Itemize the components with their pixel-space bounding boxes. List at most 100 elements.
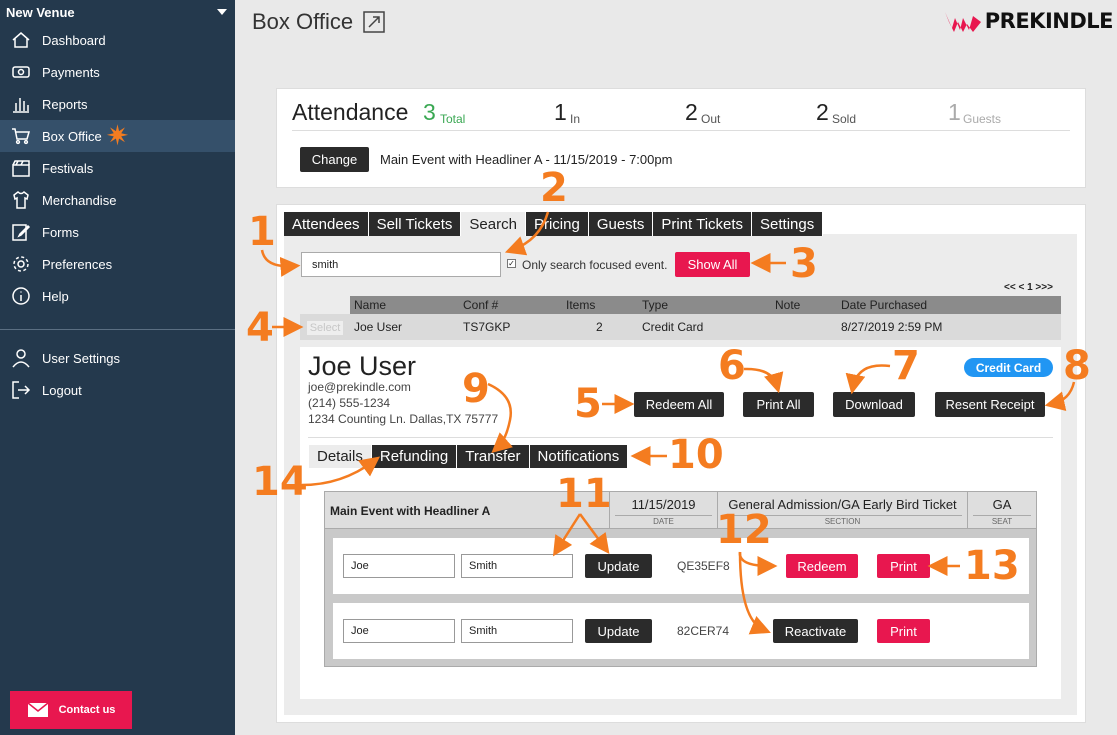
sidebar-item-dashboard[interactable]: Dashboard [0, 24, 235, 56]
annotation-3: 3 [790, 241, 818, 287]
venue-selector[interactable]: New Venue [0, 0, 235, 24]
select-button[interactable]: Select [307, 321, 343, 335]
annotation-4: 4 [246, 305, 274, 351]
customer-address: 1234 Counting Ln. Dallas,TX 75777 [308, 412, 499, 426]
search-input[interactable]: smith [301, 252, 501, 277]
sidebar-item-merchandise[interactable]: Merchandise [0, 184, 235, 216]
col-conf: Conf # [463, 298, 499, 312]
print-button[interactable]: Print [877, 554, 930, 578]
change-event-button[interactable]: Change [300, 147, 369, 172]
resend-receipt-button[interactable]: Resent Receipt [935, 392, 1045, 417]
in-count: 1 [554, 99, 567, 125]
contact-us-label: Contact us [58, 704, 116, 716]
results-header: Name Conf # Items Type Note Date Purchas… [350, 296, 1061, 314]
download-button[interactable]: Download [833, 392, 915, 417]
focused-event-label: Only search focused event. [522, 258, 668, 272]
sidebar-item-forms[interactable]: Forms [0, 216, 235, 248]
guests-label: Guests [963, 112, 1002, 126]
sidebar-item-label: Payments [42, 64, 100, 80]
user-icon [10, 347, 32, 369]
sidebar-item-help[interactable]: Help [0, 280, 235, 312]
bar-chart-icon [10, 93, 32, 115]
sidebar-item-logout[interactable]: Logout [0, 374, 235, 406]
ticket-seat-label: SEAT [973, 515, 1031, 526]
subtab-details[interactable]: Details [309, 445, 372, 468]
box-office-tabs: Attendees Sell Tickets Search Pricing Gu… [284, 212, 824, 236]
ticket-seat-col: GA SEAT [967, 492, 1036, 528]
annotation-9: 9 [462, 366, 490, 412]
sidebar-item-label: Dashboard [42, 32, 106, 48]
customer-subtabs: Details Refunding Transfer Notifications [309, 445, 629, 468]
caret-down-icon [217, 9, 227, 15]
annotation-1: 1 [248, 209, 276, 255]
external-link-icon[interactable] [363, 11, 385, 33]
redeem-button[interactable]: Redeem [786, 554, 858, 578]
print-button[interactable]: Print [877, 619, 930, 643]
tab-pricing[interactable]: Pricing [525, 212, 589, 236]
tab-attendees[interactable]: Attendees [284, 212, 369, 236]
contact-us-button[interactable]: Contact us [10, 691, 132, 729]
selected-event: Main Event with Headliner A - 11/15/2019… [380, 152, 673, 167]
redeem-all-button[interactable]: Redeem All [634, 392, 724, 417]
in-label: In [570, 112, 581, 126]
sidebar-item-festivals[interactable]: Festivals [0, 152, 235, 184]
sidebar-item-label: Help [42, 288, 69, 304]
focused-event-checkbox[interactable]: ✓ [507, 259, 516, 268]
annotation-10: 10 [668, 432, 724, 478]
total-label: Total [440, 112, 466, 126]
guests-count: 1 [948, 99, 961, 125]
tab-guests[interactable]: Guests [588, 212, 654, 236]
tab-print-tickets[interactable]: Print Tickets [653, 212, 753, 236]
subtab-notifications[interactable]: Notifications [529, 445, 629, 468]
col-date: Date Purchased [841, 298, 928, 312]
page-title-text: Box Office [252, 9, 354, 34]
prekindle-logo: PREKINDLE [943, 8, 1114, 34]
subtab-refunding[interactable]: Refunding [371, 445, 458, 468]
tab-sell-tickets[interactable]: Sell Tickets [368, 212, 462, 236]
update-button[interactable]: Update [585, 554, 652, 578]
shirt-icon [10, 189, 32, 211]
pagination[interactable]: << < 1 >>> [1004, 282, 1053, 293]
col-note: Note [775, 298, 801, 312]
ticket-date-col: 11/15/2019 DATE [609, 492, 717, 528]
customer-name: Joe User [308, 351, 417, 381]
sidebar-item-label: User Settings [42, 350, 121, 366]
tab-settings[interactable]: Settings [752, 212, 824, 236]
sidebar-item-label: Merchandise [42, 192, 117, 208]
home-icon [10, 29, 32, 51]
sidebar-item-payments[interactable]: Payments [0, 56, 235, 88]
sidebar-item-reports[interactable]: Reports [0, 88, 235, 120]
customer-email: joe@prekindle.com [308, 380, 411, 394]
sidebar-item-user-settings[interactable]: User Settings [0, 342, 235, 374]
row-type: Credit Card [642, 320, 704, 334]
print-all-button[interactable]: Print All [743, 392, 814, 417]
sidebar-item-label: Reports [42, 96, 88, 112]
sold-count: 2 [816, 99, 829, 125]
first-name-field[interactable]: Joe [343, 554, 455, 578]
page-title: Box Office [252, 9, 385, 35]
attendance-title: Attendance [292, 99, 409, 125]
sidebar-item-label: Logout [42, 382, 82, 398]
row-name: Joe User [354, 320, 403, 334]
ticket-code: QE35EF8 [677, 559, 730, 573]
table-row[interactable]: Select Joe User TS7GKP 2 Credit Card 8/2… [300, 314, 1061, 340]
attendance-card: Attendance 3 Total 1 In 2 Out 2 Sold 1 G… [276, 88, 1086, 188]
ticket-group: Main Event with Headliner A 11/15/2019 D… [324, 491, 1037, 667]
edit-form-icon [10, 221, 32, 243]
reactivate-button[interactable]: Reactivate [773, 619, 858, 643]
ticket-code: 82CER74 [677, 624, 730, 638]
subtab-transfer[interactable]: Transfer [457, 445, 530, 468]
last-name-field[interactable]: Smith [461, 554, 573, 578]
first-name-field[interactable]: Joe [343, 619, 455, 643]
annotation-2: 2 [540, 165, 568, 211]
ticket-group-header: Main Event with Headliner A 11/15/2019 D… [325, 492, 1036, 529]
sidebar-item-box-office[interactable]: Box Office ✷ [0, 120, 235, 152]
tab-search[interactable]: Search [461, 212, 526, 236]
star-annotation-icon: ✷ [105, 120, 130, 151]
update-button[interactable]: Update [585, 619, 652, 643]
ticket-event-name: Main Event with Headliner A [330, 504, 491, 518]
sidebar-item-preferences[interactable]: Preferences [0, 248, 235, 280]
customer-phone: (214) 555-1234 [308, 396, 391, 410]
show-all-button[interactable]: Show All [675, 252, 750, 277]
last-name-field[interactable]: Smith [461, 619, 573, 643]
